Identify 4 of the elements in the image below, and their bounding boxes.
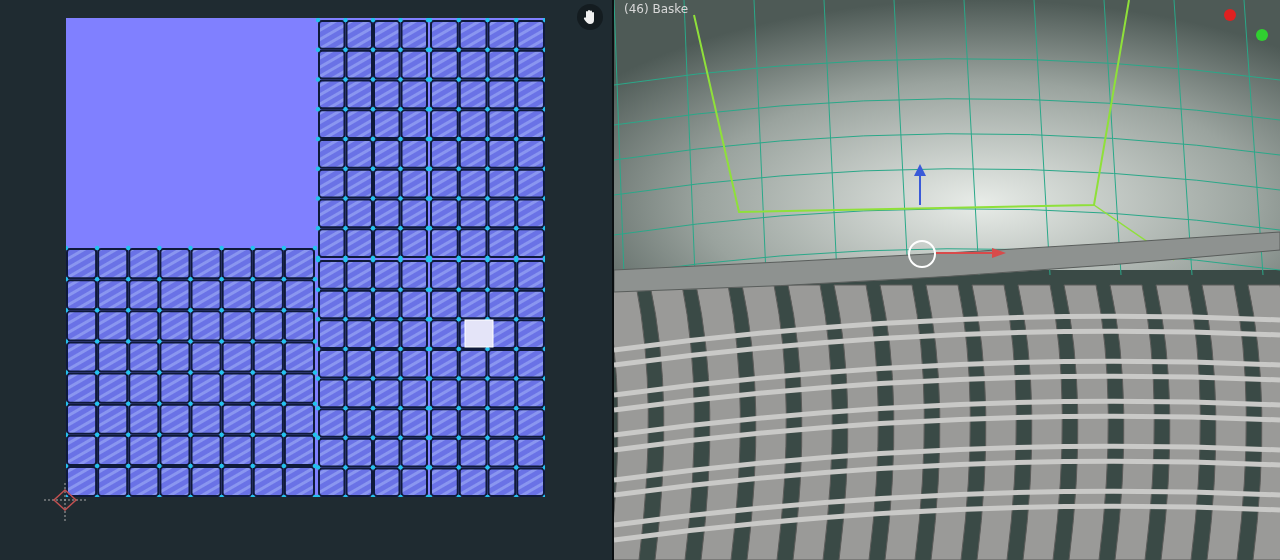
hand-icon xyxy=(583,9,597,25)
2d-cursor-icon xyxy=(44,483,86,523)
pan-hand-button[interactable] xyxy=(577,4,603,30)
object-label: (46) Baske xyxy=(624,1,689,18)
